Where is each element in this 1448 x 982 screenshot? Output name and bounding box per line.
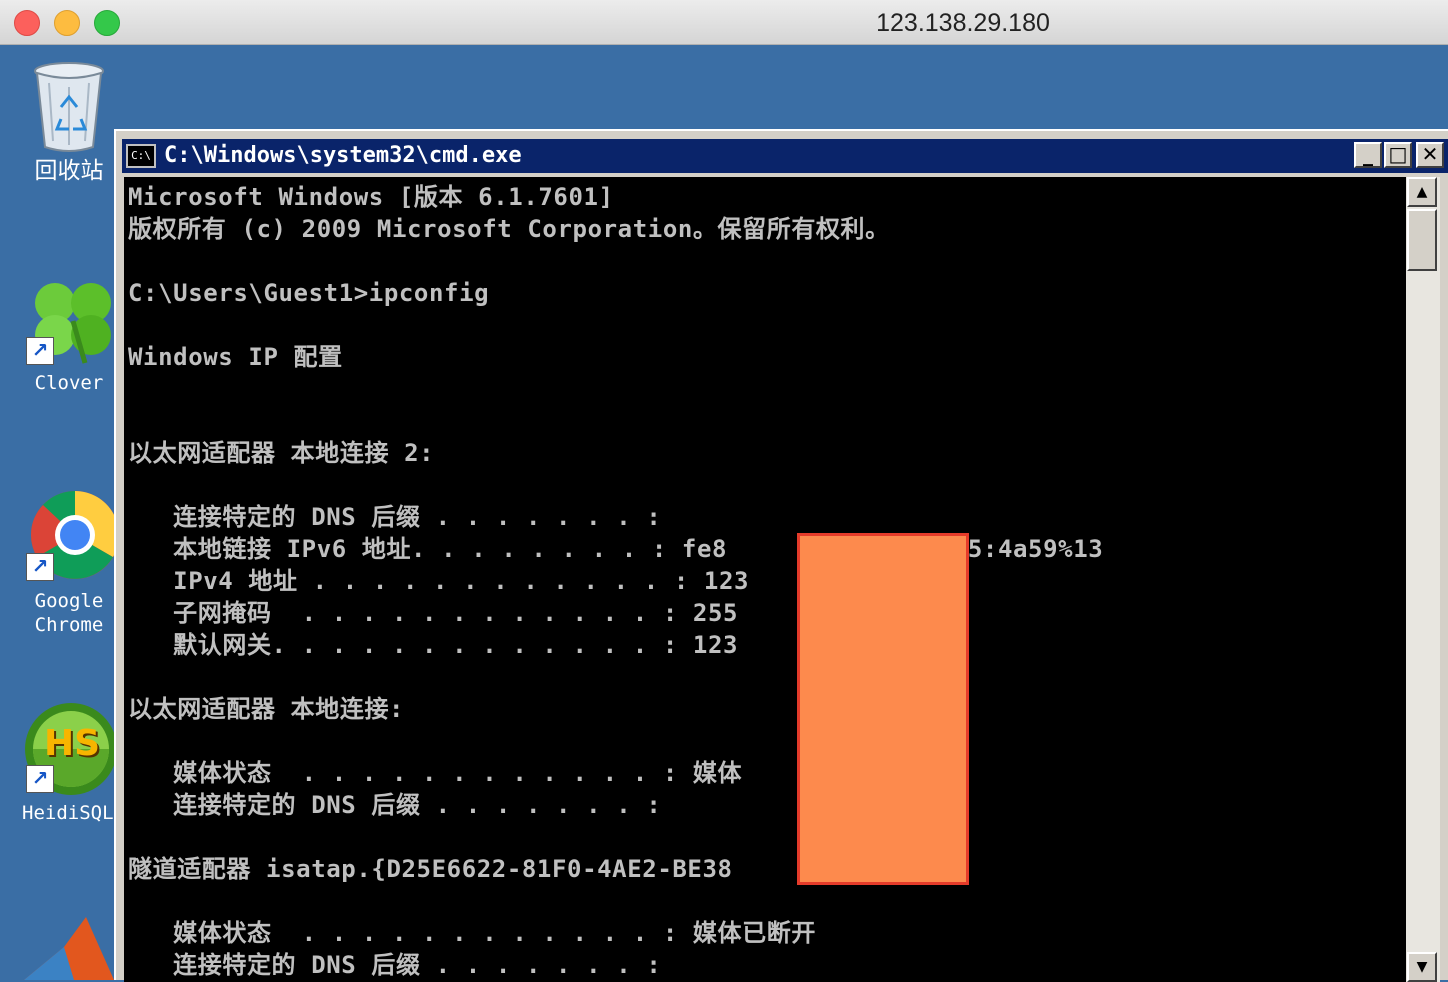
viewer-titlebar: 123.138.29.180 <box>0 0 1448 45</box>
console-line: 连接特定的 DNS 后缀 . . . . . . . : <box>128 951 662 979</box>
close-icon: ✕ <box>1421 142 1439 166</box>
shortcut-arrow-icon: ↗ <box>26 553 54 581</box>
shortcut-arrow-icon: ↗ <box>26 765 54 793</box>
console-line: 子网掩码 . . . . . . . . . . . . : 255 <box>128 599 739 627</box>
clover-label: Clover <box>34 372 104 394</box>
console-line: 版权所有 (c) 2009 Microsoft Corporation。保留所有… <box>128 215 890 243</box>
heidisql-desktop-icon[interactable]: HS ↗ HeidiSQL <box>10 701 120 825</box>
console-line: 媒体状态 . . . . . . . . . . . . : 媒体 <box>128 759 743 787</box>
scroll-up-button[interactable]: ▲ <box>1407 177 1437 207</box>
console-line: C:\Users\Guest1>ipconfig <box>128 279 490 307</box>
console-line: 隧道适配器 isatap.{D25E6622-81F0-4AE2-BE38 91… <box>128 855 959 883</box>
minimize-icon: _ <box>1363 142 1373 166</box>
heidisql-badge: HS <box>44 723 101 764</box>
scrollbar-thumb[interactable] <box>1407 209 1437 271</box>
minimize-button[interactable]: _ <box>1354 142 1382 168</box>
shortcut-arrow-icon: ↗ <box>26 337 54 365</box>
redaction-box <box>797 533 969 885</box>
console-line: 以太网适配器 本地连接: <box>128 695 405 723</box>
cmd-window: C:\ C:\Windows\system32\cmd.exe _ □ ✕ Mi… <box>114 129 1448 982</box>
cmd-app-icon[interactable]: C:\ <box>126 144 156 168</box>
console-line: Windows IP 配置 <box>128 343 343 371</box>
matlab-icon[interactable] <box>24 917 114 980</box>
console-line: 媒体状态 . . . . . . . . . . . . : 媒体已断开 <box>128 919 816 947</box>
console-line: 连接特定的 DNS 后缀 . . . . . . . : <box>128 791 662 819</box>
scroll-down-button[interactable]: ▼ <box>1407 952 1437 982</box>
heidisql-label: HeidiSQL <box>22 802 114 824</box>
chrome-label-line2: Chrome <box>34 614 104 636</box>
close-button[interactable]: ✕ <box>1416 142 1444 168</box>
maximize-icon: □ <box>1388 142 1408 166</box>
console-line: 默认网关. . . . . . . . . . . . . : 123 <box>128 631 739 659</box>
viewer-title: 123.138.29.180 <box>876 9 1050 37</box>
console-line: Microsoft Windows [版本 6.1.7601] <box>128 183 614 211</box>
google-chrome-desktop-icon[interactable]: ↗ Google Chrome <box>14 489 124 637</box>
recycle-bin-label: 回收站 <box>34 158 104 184</box>
maximize-button[interactable]: □ <box>1384 142 1412 168</box>
cmd-title: C:\Windows\system32\cmd.exe <box>164 143 522 168</box>
recycle-bin-desktop-icon[interactable]: 回收站 <box>14 61 124 183</box>
console-line: IPv4 地址 . . . . . . . . . . . . : 123 <box>128 567 750 595</box>
chrome-label-line1: Google <box>34 590 104 612</box>
console-line: 本地链接 IPv6 地址. . . . . . . . : fe8 2:8bb5… <box>128 535 1104 563</box>
console-text: Microsoft Windows [版本 6.1.7601] 版权所有 (c) … <box>124 177 1406 981</box>
recycle-bin-icon <box>34 62 104 152</box>
console-line: 连接特定的 DNS 后缀 . . . . . . . : <box>128 503 662 531</box>
console-output[interactable]: Microsoft Windows [版本 6.1.7601] 版权所有 (c) … <box>124 177 1406 982</box>
clover-desktop-icon[interactable]: ↗ Clover <box>14 273 124 395</box>
cmd-titlebar[interactable]: C:\ C:\Windows\system32\cmd.exe _ □ ✕ <box>122 139 1448 173</box>
vertical-scrollbar[interactable]: ▲ ▼ <box>1406 177 1440 982</box>
console-line: 以太网适配器 本地连接 2: <box>128 439 435 467</box>
